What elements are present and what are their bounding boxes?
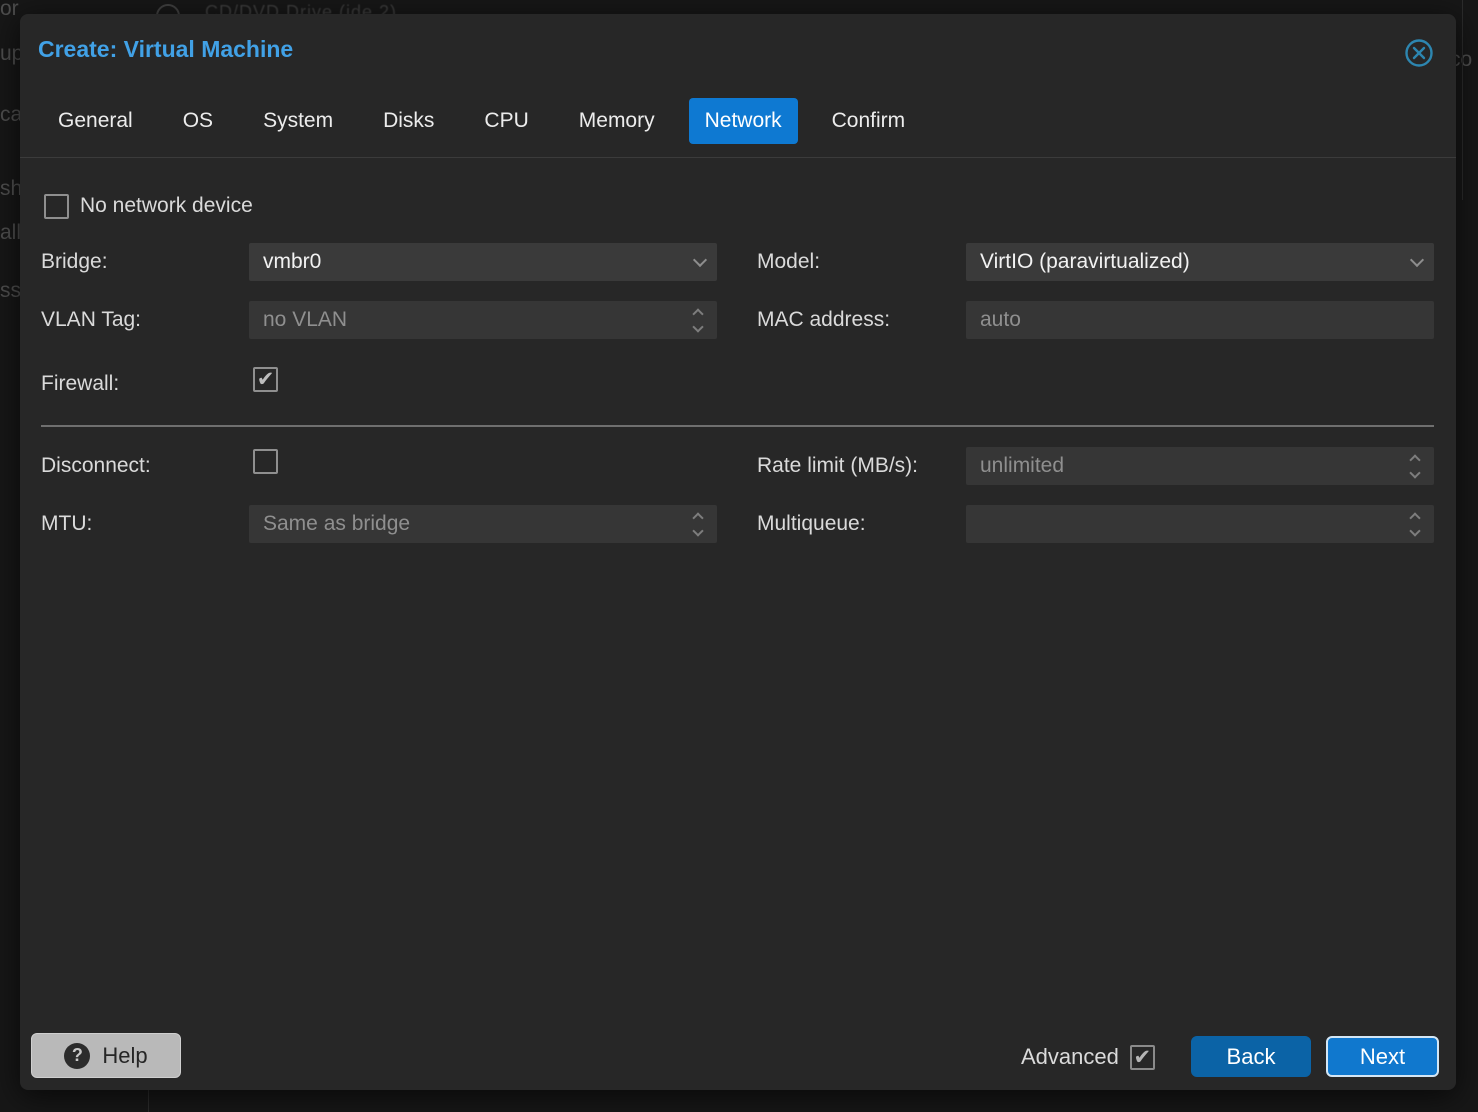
advanced-checkbox[interactable] <box>1130 1045 1155 1070</box>
dialog-title: Create: Virtual Machine <box>38 36 293 63</box>
tab-bar-divider <box>20 157 1456 158</box>
no-network-device-checkbox[interactable] <box>44 194 69 219</box>
rate-limit-field <box>966 447 1434 485</box>
tab-general[interactable]: General <box>42 98 149 144</box>
rate-limit-input[interactable] <box>966 447 1400 485</box>
spinner-icon[interactable] <box>683 310 717 331</box>
mac-address-label: MAC address: <box>757 301 890 339</box>
background-fragment: ca <box>0 103 22 127</box>
background-fragment: sh <box>0 177 22 201</box>
disconnect-checkbox[interactable] <box>253 449 278 474</box>
background-fragment: or <box>0 0 19 21</box>
advanced-toggle: Advanced <box>1021 1044 1155 1070</box>
screen: CD/DVD Drive (ide 2) or up ca sh all ss … <box>0 0 1478 1112</box>
background-divider <box>148 1090 149 1112</box>
create-vm-dialog: Create: Virtual Machine General OS Syste… <box>20 14 1456 1090</box>
firewall-checkbox[interactable] <box>253 367 278 392</box>
tab-network[interactable]: Network <box>689 98 798 144</box>
section-divider <box>41 425 1434 427</box>
chevron-down-icon[interactable] <box>1400 259 1434 265</box>
model-value: VirtIO (paravirtualized) <box>966 250 1400 274</box>
background-fragment: ss <box>0 279 21 303</box>
tab-cpu[interactable]: CPU <box>468 98 544 144</box>
next-button[interactable]: Next <box>1326 1036 1439 1077</box>
no-network-device-label: No network device <box>80 187 253 225</box>
help-button-label: Help <box>102 1043 147 1069</box>
firewall-label: Firewall: <box>41 365 119 403</box>
multiqueue-field <box>966 505 1434 543</box>
tab-confirm[interactable]: Confirm <box>816 98 922 144</box>
vlan-tag-field <box>249 301 717 339</box>
tab-memory[interactable]: Memory <box>563 98 671 144</box>
mtu-input[interactable] <box>249 505 683 543</box>
tab-os[interactable]: OS <box>167 98 229 144</box>
bridge-value: vmbr0 <box>249 250 683 274</box>
help-button[interactable]: ? Help <box>31 1033 181 1078</box>
back-button[interactable]: Back <box>1191 1036 1311 1077</box>
model-label: Model: <box>757 243 820 281</box>
tab-bar: General OS System Disks CPU Memory Netwo… <box>42 98 939 144</box>
close-button[interactable] <box>1404 38 1434 68</box>
bridge-label: Bridge: <box>41 243 108 281</box>
tab-system[interactable]: System <box>247 98 349 144</box>
tab-disks[interactable]: Disks <box>367 98 450 144</box>
mac-address-field <box>966 301 1434 339</box>
mtu-label: MTU: <box>41 505 92 543</box>
spinner-icon[interactable] <box>683 514 717 535</box>
bridge-select[interactable]: vmbr0 <box>249 243 717 281</box>
vlan-tag-label: VLAN Tag: <box>41 301 141 339</box>
rate-limit-label: Rate limit (MB/s): <box>757 447 918 485</box>
mac-address-input[interactable] <box>966 301 1434 339</box>
close-icon <box>1404 38 1434 68</box>
multiqueue-input[interactable] <box>966 505 1400 543</box>
question-mark-icon: ? <box>64 1043 90 1069</box>
disconnect-label: Disconnect: <box>41 447 151 485</box>
background-divider <box>1462 0 1463 200</box>
mtu-field <box>249 505 717 543</box>
model-select[interactable]: VirtIO (paravirtualized) <box>966 243 1434 281</box>
background-fragment: all <box>0 221 21 245</box>
spinner-icon[interactable] <box>1400 514 1434 535</box>
advanced-label: Advanced <box>1021 1044 1119 1070</box>
chevron-down-icon[interactable] <box>683 259 717 265</box>
vlan-tag-input[interactable] <box>249 301 683 339</box>
spinner-icon[interactable] <box>1400 456 1434 477</box>
multiqueue-label: Multiqueue: <box>757 505 866 543</box>
